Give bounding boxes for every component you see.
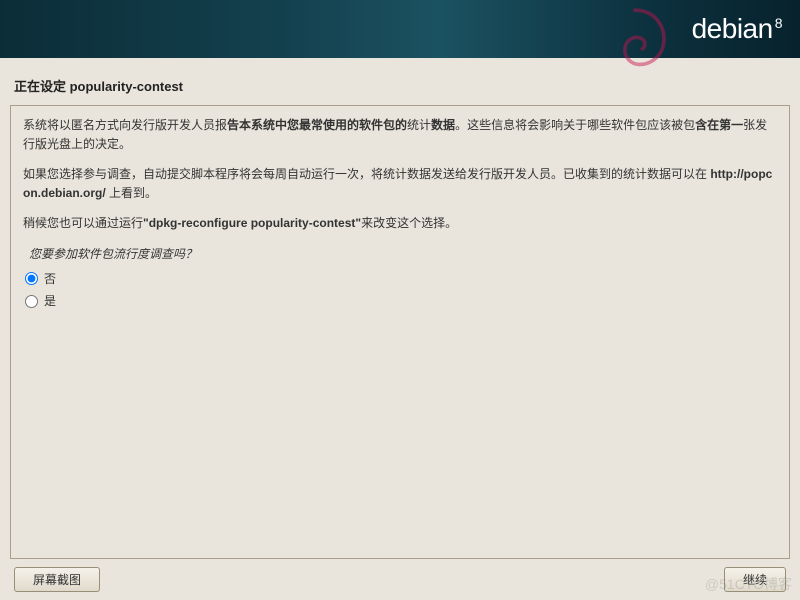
installer-header: debian8 — [0, 0, 800, 58]
main-panel: 系统将以匿名方式向发行版开发人员报告本系统中您最常使用的软件包的统计数据。这些信… — [10, 105, 790, 559]
continue-button[interactable]: 继续 — [724, 567, 786, 592]
option-no[interactable]: 否 — [25, 270, 777, 289]
option-yes[interactable]: 是 — [25, 292, 777, 311]
brand-version: 8 — [775, 15, 782, 31]
brand-logo: debian8 — [692, 13, 782, 45]
paragraph-2: 如果您选择参与调查，自动提交脚本程序将会每周自动运行一次，将统计数据发送给发行版… — [23, 165, 777, 202]
brand-name: debian — [692, 13, 773, 45]
paragraph-1: 系统将以匿名方式向发行版开发人员报告本系统中您最常使用的软件包的统计数据。这些信… — [23, 116, 777, 153]
option-no-label: 否 — [44, 270, 56, 289]
paragraph-3: 稍候您也可以通过运行"dpkg-reconfigure popularity-c… — [23, 214, 777, 233]
button-bar: 屏幕截图 继续 — [10, 559, 790, 592]
options-group: 否 是 — [25, 270, 777, 311]
option-yes-label: 是 — [44, 292, 56, 311]
option-yes-radio[interactable] — [25, 295, 38, 308]
survey-question: 您要参加软件包流行度调查吗？ — [29, 245, 777, 264]
debian-swirl-icon — [590, 0, 680, 84]
option-no-radio[interactable] — [25, 272, 38, 285]
screenshot-button[interactable]: 屏幕截图 — [14, 567, 100, 592]
